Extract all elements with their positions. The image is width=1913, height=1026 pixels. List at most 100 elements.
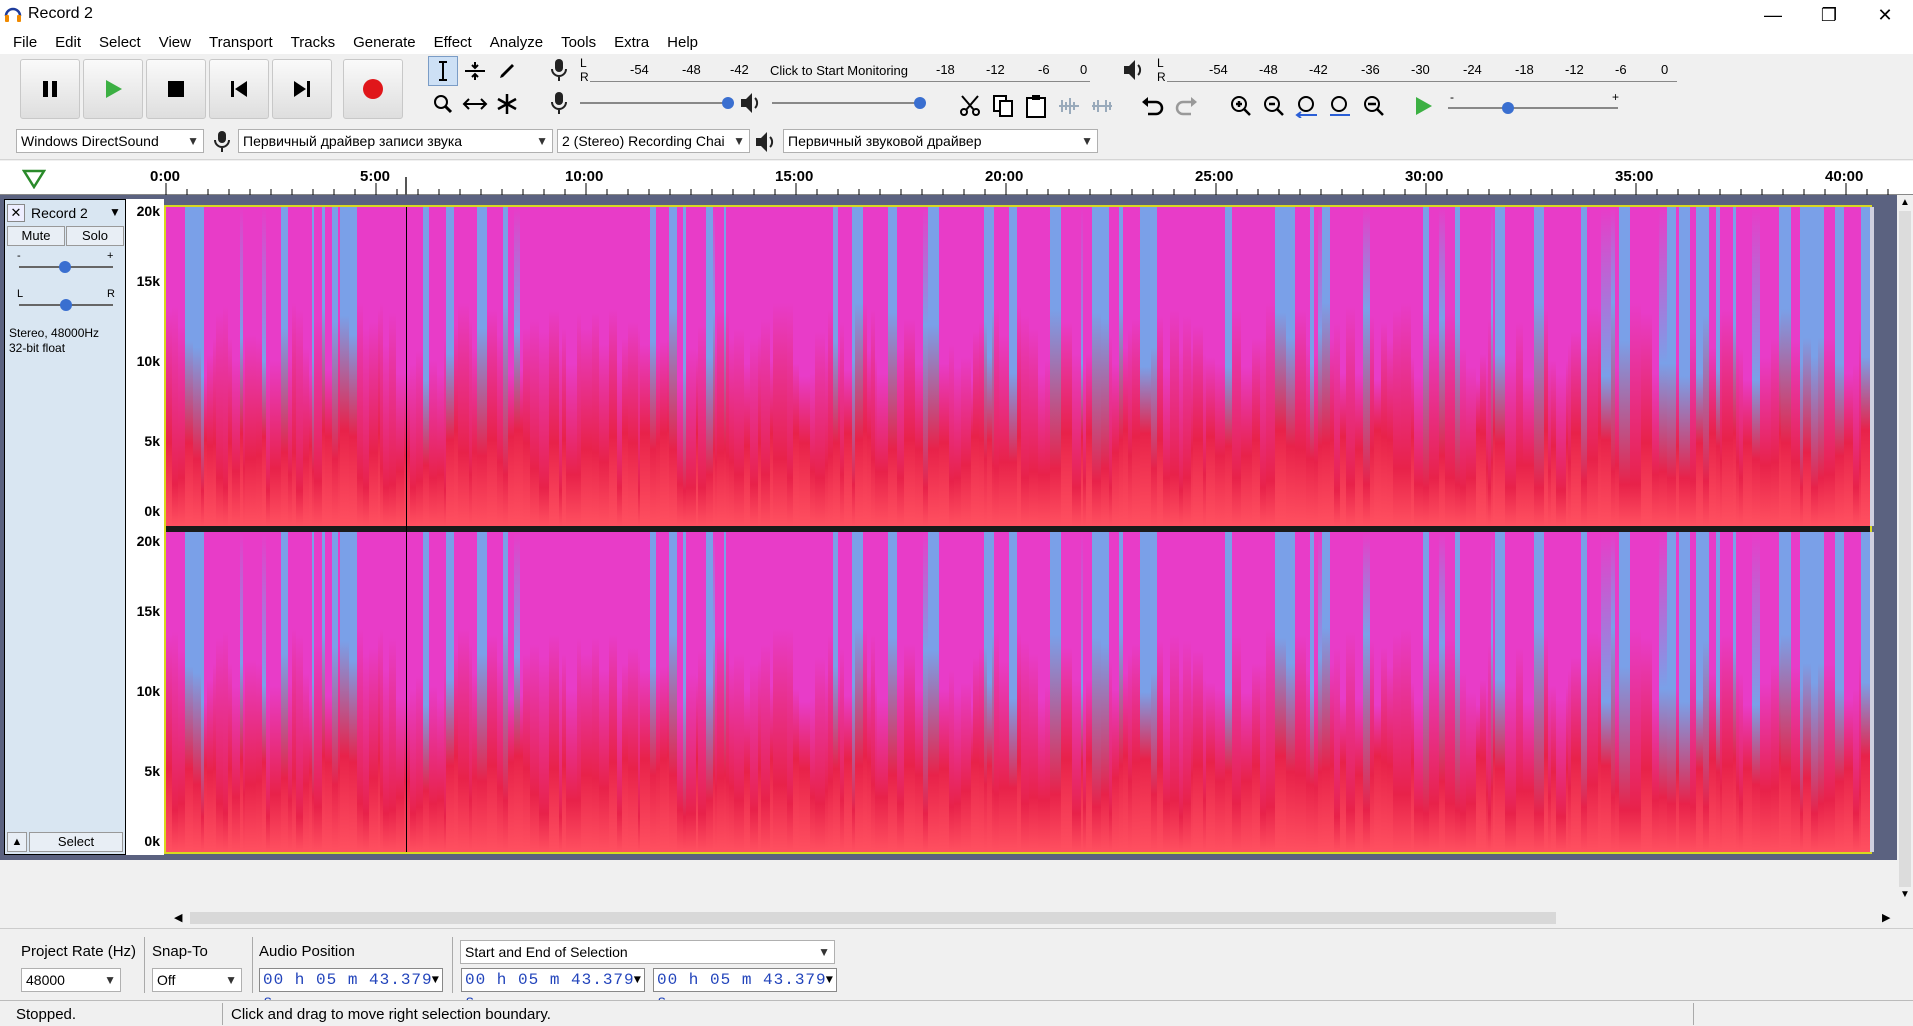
cut-button[interactable]	[955, 91, 985, 121]
undo-button[interactable]	[1138, 91, 1168, 121]
draw-tool[interactable]	[492, 56, 522, 86]
skip-to-start-button[interactable]	[209, 59, 269, 119]
fit-project-button[interactable]	[1325, 91, 1355, 121]
zoom-out-button[interactable]	[1259, 91, 1289, 121]
track-name[interactable]: Record 2	[31, 205, 88, 221]
selection-tool[interactable]	[428, 56, 458, 86]
envelope-tool[interactable]	[460, 56, 490, 86]
menu-generate[interactable]: Generate	[344, 34, 425, 51]
meter-l-label: L	[1157, 56, 1164, 70]
select-track-button[interactable]: Select	[29, 832, 123, 852]
record-meter[interactable]: -54 -48 -42 Click to Start Monitoring -1…	[590, 58, 1090, 82]
spectrogram-view[interactable]	[164, 205, 1874, 854]
menu-analyze[interactable]: Analyze	[481, 34, 552, 51]
gain-slider[interactable]	[19, 261, 113, 273]
audio-position-field[interactable]: 00 h 05 m 43.379 s ▼	[259, 968, 443, 1011]
selection-end-field[interactable]: 00 h 05 m 43.379 s ▼	[653, 968, 837, 1011]
trim-audio-icon	[1059, 98, 1079, 114]
menu-effect[interactable]: Effect	[425, 34, 481, 51]
stop-icon	[168, 81, 184, 97]
slider-thumb[interactable]	[722, 97, 734, 109]
mute-button[interactable]: Mute	[7, 226, 65, 246]
menu-transport[interactable]: Transport	[200, 34, 282, 51]
selection-marker[interactable]	[405, 177, 407, 195]
play-at-speed-button[interactable]	[1408, 91, 1438, 121]
timeline-ruler[interactable]: 0:00 5:00 10:00 15:00 20:00 25:00 30:00 …	[0, 161, 1913, 195]
menu-help[interactable]: Help	[658, 34, 707, 51]
minimize-button[interactable]: —	[1745, 0, 1801, 30]
pan-right-label: R	[107, 288, 115, 300]
menu-edit[interactable]: Edit	[46, 34, 90, 51]
spectrogram-right-channel[interactable]	[166, 532, 1874, 852]
play-speed-slider[interactable]	[1448, 102, 1618, 114]
solo-button[interactable]: Solo	[66, 226, 124, 246]
click-to-start-monitoring[interactable]: Click to Start Monitoring	[770, 63, 908, 78]
pan-left-label: L	[17, 288, 24, 300]
fit-selection-button[interactable]	[1292, 91, 1322, 121]
playback-volume-slider[interactable]	[772, 97, 926, 109]
vertical-scrollbar[interactable]: ▲ ▼	[1897, 195, 1913, 903]
paste-icon	[1026, 95, 1046, 118]
menu-select[interactable]: Select	[90, 34, 150, 51]
zoom-out-icon	[1264, 96, 1284, 116]
pause-button[interactable]	[20, 59, 80, 119]
menu-tools[interactable]: Tools	[552, 34, 605, 51]
scroll-up-icon[interactable]: ▲	[1900, 197, 1910, 208]
redo-button[interactable]	[1171, 91, 1201, 121]
audio-host-select[interactable]: Windows DirectSound ▼	[16, 129, 204, 153]
record-volume-slider[interactable]	[580, 97, 734, 109]
menu-tracks[interactable]: Tracks	[282, 34, 344, 51]
recording-device-select[interactable]: Первичный драйвер записи звука ▼	[238, 129, 553, 153]
zoom-tool[interactable]	[428, 89, 458, 119]
playback-device-select[interactable]: Первичный звуковой драйвер ▼	[783, 129, 1098, 153]
selection-start-field[interactable]: 00 h 05 m 43.379 s ▼	[461, 968, 645, 1011]
menu-extra[interactable]: Extra	[605, 34, 658, 51]
slider-thumb[interactable]	[59, 261, 71, 273]
silence-button[interactable]	[1087, 91, 1117, 121]
scroll-right-icon[interactable]: ▶	[1882, 911, 1890, 924]
chevron-down-icon[interactable]: ▼	[634, 969, 642, 991]
chevron-down-icon[interactable]: ▼	[826, 969, 834, 991]
menu-file[interactable]: File	[4, 34, 46, 51]
project-rate-select[interactable]: 48000 ▼	[21, 968, 121, 992]
zoom-in-button[interactable]	[1226, 91, 1256, 121]
multi-tool[interactable]	[492, 89, 522, 119]
recording-channels-select[interactable]: 2 (Stereo) Recording Chai ▼	[557, 129, 750, 153]
horizontal-scrollbar[interactable]: ◀ ▶	[170, 908, 1897, 928]
close-button[interactable]: ✕	[1857, 0, 1913, 30]
slider-thumb[interactable]	[60, 299, 72, 311]
scroll-left-icon[interactable]: ◀	[174, 911, 182, 924]
magnifier-icon	[434, 95, 453, 114]
maximize-button[interactable]: ❐	[1801, 0, 1857, 30]
stop-button[interactable]	[146, 59, 206, 119]
vertical-scroll-thumb[interactable]	[1899, 211, 1911, 887]
play-button[interactable]	[83, 59, 143, 119]
chevron-down-icon[interactable]: ▼	[432, 969, 440, 991]
skip-to-end-button[interactable]	[272, 59, 332, 119]
collapse-track-button[interactable]: ▲	[7, 832, 27, 852]
time-shift-tool[interactable]	[460, 89, 490, 119]
spectrogram-left-channel[interactable]	[166, 207, 1874, 526]
close-track-button[interactable]: ✕	[7, 204, 25, 222]
snap-to-select[interactable]: Off ▼	[152, 968, 242, 992]
microphone-icon	[551, 59, 567, 81]
track-menu-chevron-icon[interactable]: ▼	[109, 205, 121, 219]
slider-thumb[interactable]	[1502, 102, 1514, 114]
double-arrow-icon	[462, 98, 488, 110]
scroll-down-icon[interactable]: ▼	[1900, 889, 1910, 900]
record-button[interactable]	[343, 59, 403, 119]
zoom-toggle-button[interactable]	[1358, 91, 1388, 121]
meter-tick: -18	[936, 62, 955, 77]
menu-view[interactable]: View	[150, 34, 200, 51]
paste-button[interactable]	[1021, 91, 1051, 121]
trim-button[interactable]	[1054, 91, 1084, 121]
copy-button[interactable]	[988, 91, 1018, 121]
pan-slider[interactable]	[19, 299, 113, 311]
play-icon	[106, 80, 122, 98]
speaker-icon	[1124, 60, 1142, 80]
horizontal-scroll-thumb[interactable]	[190, 912, 1556, 924]
playback-meter[interactable]: -54 -48 -42 -36 -30 -24 -18 -12 -6 0	[1167, 58, 1677, 82]
scissors-icon	[960, 95, 980, 116]
slider-thumb[interactable]	[914, 97, 926, 109]
selection-mode-select[interactable]: Start and End of Selection ▼	[460, 940, 835, 964]
